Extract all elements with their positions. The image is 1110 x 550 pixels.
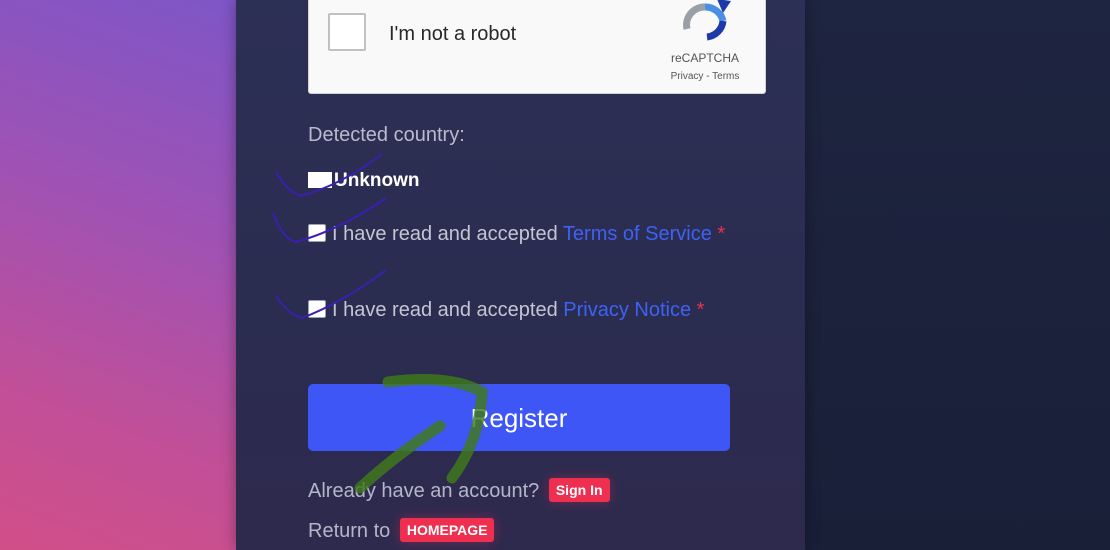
- privacy-required-mark: *: [696, 299, 705, 321]
- tos-required-mark: *: [717, 223, 726, 245]
- detected-country-label: Detected country:: [308, 124, 465, 146]
- homepage-button[interactable]: HOMEPAGE: [399, 518, 495, 542]
- tos-link[interactable]: Terms of Service: [563, 223, 712, 245]
- country-flag-icon: [308, 172, 332, 188]
- background-gradient: [0, 0, 236, 550]
- privacy-agreement-row: I have read and accepted Privacy Notice …: [308, 294, 704, 326]
- recaptcha-brand: reCAPTCHA: [670, 51, 739, 65]
- return-text: Return to: [308, 520, 391, 542]
- tos-agreement-row: I have read and accepted Terms of Servic…: [308, 218, 748, 250]
- return-line: Return to HOMEPAGE: [308, 518, 495, 543]
- country-value: Unknown: [334, 170, 420, 191]
- privacy-prefix: I have read and accepted: [332, 299, 564, 321]
- background-dark: [805, 0, 1110, 550]
- recaptcha-logo-icon: [683, 0, 731, 41]
- register-panel: I'm not a robot reCAPTCHA Privacy - Term…: [236, 0, 805, 550]
- recaptcha-checkbox[interactable]: [328, 13, 366, 51]
- recaptcha-links-separator: -: [703, 71, 713, 82]
- recaptcha-label: I'm not a robot: [389, 23, 517, 45]
- sign-in-button[interactable]: Sign In: [548, 478, 610, 502]
- recaptcha-terms-link[interactable]: Terms: [712, 71, 739, 82]
- account-text: Already have an account?: [308, 480, 540, 502]
- page: I'm not a robot reCAPTCHA Privacy - Term…: [0, 0, 1110, 550]
- recaptcha-links: Privacy - Terms: [649, 71, 761, 82]
- country-row: Unknown: [308, 164, 420, 197]
- register-button[interactable]: Register: [308, 384, 730, 451]
- recaptcha-widget: I'm not a robot reCAPTCHA Privacy - Term…: [308, 0, 766, 94]
- recaptcha-privacy-link[interactable]: Privacy: [671, 71, 704, 82]
- privacy-link[interactable]: Privacy Notice: [563, 299, 691, 321]
- privacy-checkbox[interactable]: [308, 300, 326, 318]
- tos-prefix: I have read and accepted: [332, 223, 563, 245]
- sign-in-line: Already have an account? Sign In: [308, 478, 610, 503]
- tos-checkbox[interactable]: [308, 224, 326, 242]
